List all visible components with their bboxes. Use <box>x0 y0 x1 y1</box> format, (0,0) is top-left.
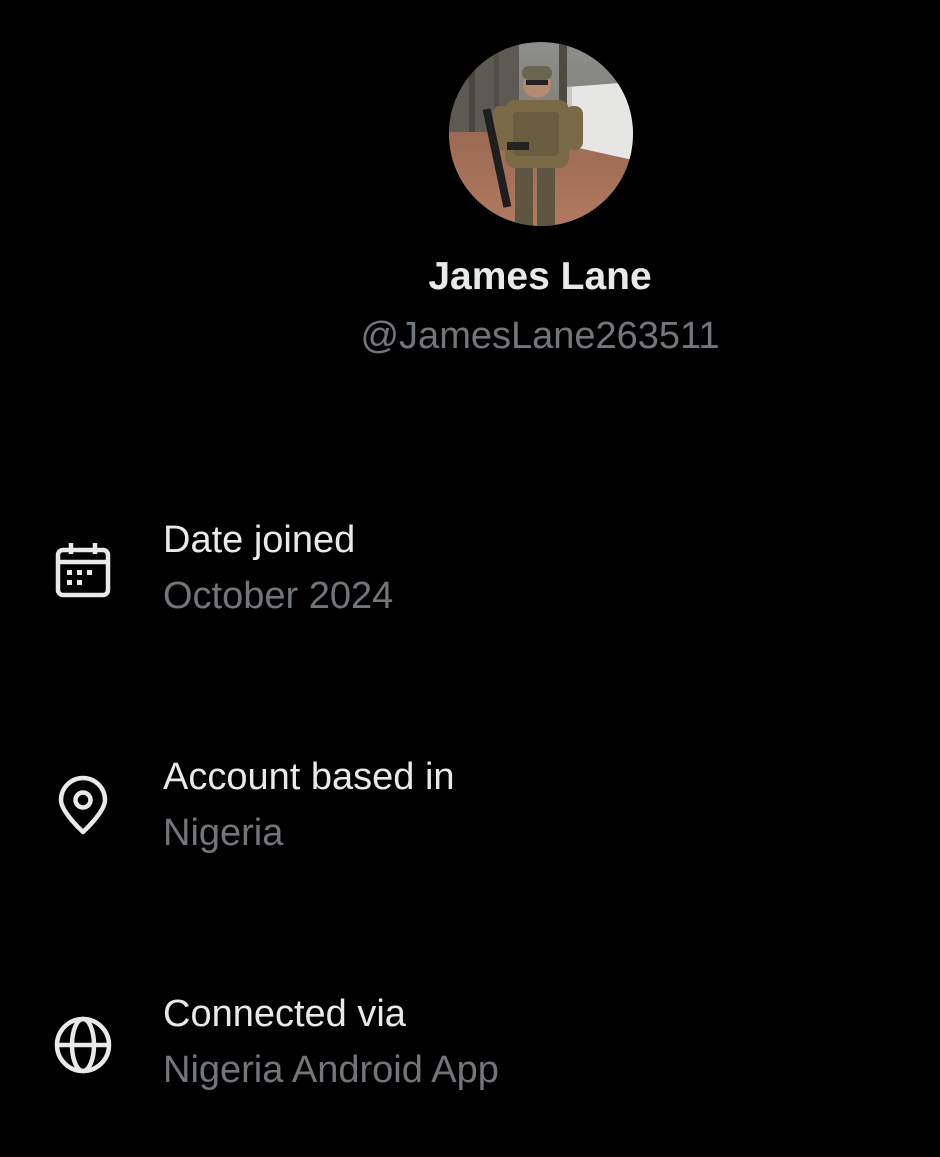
connected-via-label: Connected via <box>163 993 406 1035</box>
account-based-in-row: Account based in Nigeria <box>0 755 940 865</box>
calendar-icon <box>52 540 114 602</box>
profile-display-name: James Lane <box>428 255 652 298</box>
account-based-in-value: Nigeria <box>163 812 284 854</box>
avatar[interactable] <box>449 42 633 226</box>
account-based-in-label: Account based in <box>163 756 455 798</box>
avatar-photo <box>449 42 633 226</box>
connected-via-value: Nigeria Android App <box>163 1049 499 1091</box>
date-joined-row: Date joined October 2024 <box>0 518 940 628</box>
connected-via-row: Connected via Nigeria Android App <box>0 992 940 1102</box>
date-joined-label: Date joined <box>163 519 356 561</box>
globe-icon <box>52 1014 114 1076</box>
location-pin-icon <box>52 775 114 837</box>
profile-handle: @JamesLane263511 <box>360 315 720 357</box>
date-joined-value: October 2024 <box>163 575 394 617</box>
